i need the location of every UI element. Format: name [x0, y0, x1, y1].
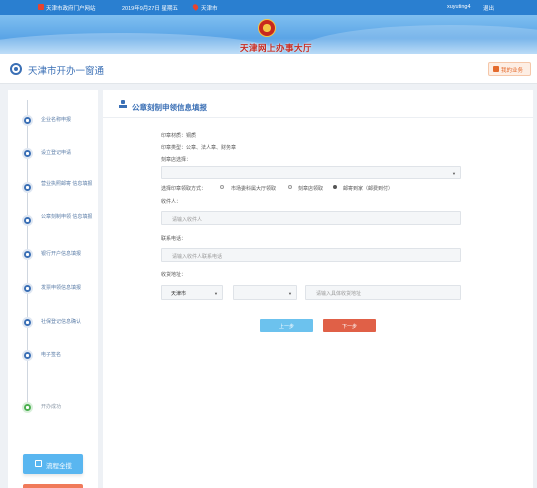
pen-icon	[22, 350, 33, 361]
page-title: 天津市开办一窗通	[28, 66, 105, 77]
my-business-button[interactable]: 我的业务	[488, 62, 531, 76]
district-select[interactable]: ▼	[233, 285, 297, 300]
seal-material-text: 印章材质：铜质	[161, 133, 197, 139]
user-icon	[22, 115, 33, 126]
recipient-input[interactable]: 请输入收件人	[161, 211, 461, 225]
document-icon	[22, 182, 33, 193]
seal-form-card: 公章刻制申领信息填报 印章材质：铜质 印章类型：公章、法人章、财务章 刻章店选择…	[103, 90, 533, 488]
step-sidebar: 企业名称申报 设立登记申请 营业执照邮寄 信息填报 公章刻制申领 信息填报 银行…	[8, 90, 98, 488]
stamp-icon	[119, 100, 127, 109]
step-license-mailing[interactable]: 营业执照邮寄 信息填报	[8, 176, 98, 200]
flow-overview-button[interactable]: 流程全揽	[23, 454, 83, 474]
pickup-option-mail-label[interactable]: 邮寄到家（邮费到付）	[343, 185, 393, 192]
step-invoice[interactable]: 发票申领信息填报	[8, 277, 98, 301]
invoice-icon	[22, 283, 33, 294]
caret-down-icon: ▼	[452, 171, 456, 176]
portal-link[interactable]: 天津市政府门户网站	[46, 4, 96, 12]
building-icon	[22, 148, 33, 159]
next-step-button[interactable]: 下一步	[323, 319, 376, 332]
step-label: 开办成功	[41, 404, 62, 410]
shop-label: 刻章店选择：	[161, 157, 192, 163]
seal-types-text: 印章类型：公章、法人章、财务章	[161, 145, 237, 151]
pickup-option-shop-radio[interactable]	[288, 185, 292, 189]
logout-link[interactable]: 退出	[483, 4, 494, 12]
city-select-value: 天津市	[171, 291, 187, 297]
step-bank-account[interactable]: 银行开户信息填报	[8, 243, 98, 267]
flow-overview-label: 流程全揽	[46, 463, 72, 470]
step-label: 公章刻制申领 信息填报	[41, 214, 93, 220]
sidebar-footer-bar	[23, 484, 83, 488]
form-title: 公章刻制申领信息填报	[132, 103, 207, 112]
briefcase-icon	[493, 66, 499, 72]
step-label: 发票申领信息填报	[41, 285, 82, 291]
username-text: xuyuting4	[447, 4, 471, 10]
recipient-label: 收件人：	[161, 199, 182, 205]
caret-down-icon: ▼	[288, 291, 292, 296]
step-label: 设立登记申请	[41, 150, 72, 156]
pickup-option-shop-label[interactable]: 刻章店领取	[298, 185, 323, 192]
logo-icon	[10, 63, 22, 75]
date-text: 2019年9月27日 星期五	[122, 6, 178, 12]
city-text[interactable]: 天津市	[201, 4, 218, 12]
shield-icon	[22, 317, 33, 328]
prev-step-button[interactable]: 上一步	[260, 319, 313, 332]
pickup-label: 选择印章领取方式：	[161, 186, 207, 192]
step-success[interactable]: 开办成功	[8, 396, 98, 420]
address-label: 收货地址：	[161, 272, 187, 278]
step-registration[interactable]: 设立登记申请	[8, 142, 98, 166]
step-seal[interactable]: 公章刻制申领 信息填报	[8, 209, 98, 233]
step-label: 企业名称申报	[41, 117, 72, 123]
grid-icon	[35, 460, 42, 467]
banner-title: 天津网上办事大厅	[240, 43, 313, 53]
shop-select[interactable]: ▼	[161, 166, 461, 179]
home-icon	[38, 4, 44, 10]
pickup-option-hall-label[interactable]: 市场委科属大厅领取	[231, 185, 276, 192]
step-social-security[interactable]: 社保登记信息确认	[8, 311, 98, 335]
banner: 天津网上办事大厅	[0, 15, 537, 54]
pickup-option-hall-radio[interactable]	[220, 185, 224, 189]
stamp-icon	[22, 215, 33, 226]
step-label: 社保登记信息确认	[41, 319, 82, 325]
card-header: 公章刻制申领信息填报	[103, 90, 533, 118]
step-label: 电子签名	[41, 352, 62, 358]
caret-down-icon: ▼	[214, 291, 218, 296]
bank-icon	[22, 249, 33, 260]
city-select[interactable]: 天津市 ▼	[161, 285, 223, 300]
top-bar: 天津市政府门户网站 2019年9月27日 星期五 天津市 xuyuting4 退…	[0, 0, 537, 15]
pickup-option-mail-radio[interactable]	[333, 185, 337, 189]
step-name-declaration[interactable]: 企业名称申报	[8, 109, 98, 133]
phone-input[interactable]: 请输入收件人联系电话	[161, 248, 461, 262]
step-e-signature[interactable]: 电子签名	[8, 344, 98, 368]
location-icon	[191, 3, 200, 11]
page-header: 天津市开办一窗通 我的业务	[0, 54, 537, 84]
check-icon	[22, 402, 33, 413]
phone-label: 联系电话：	[161, 236, 187, 242]
step-label: 银行开户信息填报	[41, 251, 82, 257]
my-business-label: 我的业务	[501, 68, 524, 74]
national-emblem-icon	[258, 19, 276, 37]
address-input[interactable]: 请输入具体收货地址	[305, 285, 461, 300]
step-label: 营业执照邮寄 信息填报	[41, 181, 93, 187]
